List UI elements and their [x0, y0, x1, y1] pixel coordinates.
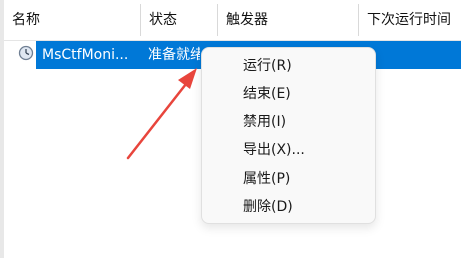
menu-item-end[interactable]: 结束(E) [202, 80, 375, 108]
column-header-next-run[interactable]: 下次运行时间 [359, 0, 461, 40]
column-header-trigger[interactable]: 触发器 [218, 0, 358, 40]
context-menu: 运行(R) 结束(E) 禁用(I) 导出(X)... 属性(P) 删除(D) [201, 47, 376, 224]
menu-item-export[interactable]: 导出(X)... [202, 136, 375, 164]
column-header-name[interactable]: 名称 [4, 0, 140, 40]
menu-item-run[interactable]: 运行(R) [202, 52, 375, 80]
menu-item-properties[interactable]: 属性(P) [202, 165, 375, 193]
task-status-cell[interactable]: 准备就绪 [148, 41, 200, 69]
column-header-status[interactable]: 状态 [141, 0, 217, 40]
column-header-bar: 名称 状态 触发器 下次运行时间 [4, 0, 461, 41]
task-name-cell[interactable]: MsCtfMoni... [42, 41, 138, 69]
clock-icon [18, 45, 34, 61]
menu-item-disable[interactable]: 禁用(I) [202, 108, 375, 136]
task-scheduler-list: 名称 状态 触发器 下次运行时间 MsCtfMoni... 准备就绪 运行(R)… [0, 0, 461, 258]
menu-item-delete[interactable]: 删除(D) [202, 193, 375, 221]
